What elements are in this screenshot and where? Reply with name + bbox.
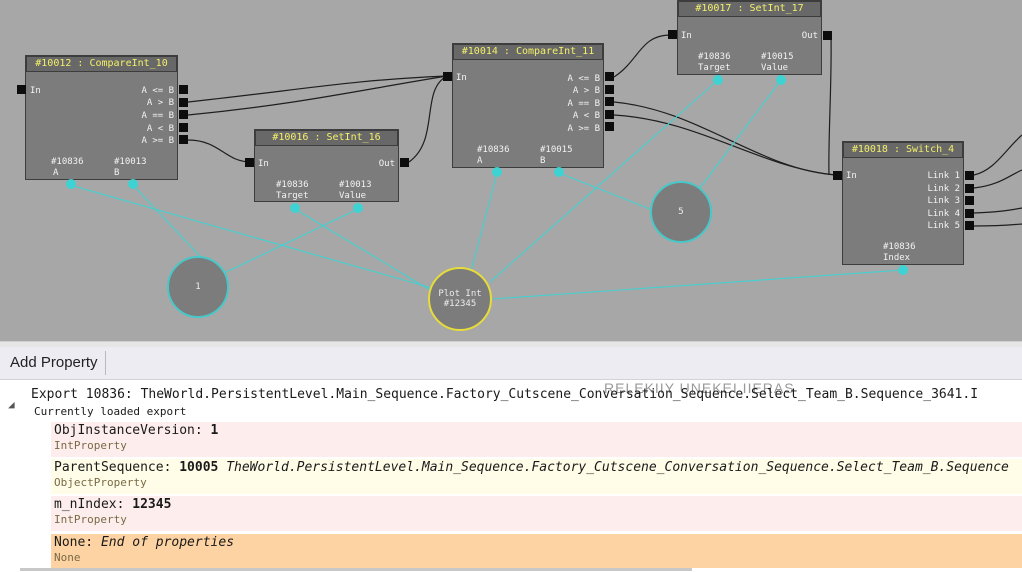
export-header[interactable]: Export 10836: TheWorld.PersistentLevel.M… [31,387,978,402]
property-type: IntProperty [54,513,127,526]
property-name: None: [54,535,94,550]
property-name: ParentSequence: [54,460,172,475]
property-value: 1 [210,423,219,438]
int-variable-5[interactable]: 5 [650,181,712,243]
sequence-graph-canvas[interactable]: #10012 : CompareInt_10 In A <= B A > B A… [0,0,1022,341]
property-type: ObjectProperty [54,476,147,489]
property-value: 12345 [132,497,172,512]
property-end-marker: End of properties [100,535,235,550]
collapse-arrow-icon[interactable]: ◢ [8,398,15,411]
horizontal-scrollbar[interactable] [20,568,692,571]
property-row[interactable]: ObjInstanceVersion: 1 IntProperty [51,422,1022,457]
int-variable-1[interactable]: 1 [167,256,229,318]
plot-int-id: #12345 [443,299,477,309]
property-value: 10005 [179,460,219,475]
outgoing-link-wires [973,134,1022,227]
properties-panel: RELEKIIY UNEKEI IIERAS ◢ Export 10836: T… [0,380,1022,572]
property-row[interactable]: ParentSequence: 10005 TheWorld.Persisten… [51,459,1022,494]
property-object-path: TheWorld.PersistentLevel.Main_Sequence.F… [226,460,1009,475]
property-name: m_nIndex: [54,497,125,512]
property-type: IntProperty [54,439,127,452]
export-subtitle: Currently loaded export [34,405,187,418]
plot-int-variable[interactable]: Plot Int #12345 [428,267,492,331]
add-property-button[interactable]: Add Property [3,351,106,375]
property-row[interactable]: m_nIndex: 12345 IntProperty [51,496,1022,531]
property-row[interactable]: None: End of properties None [51,534,1022,568]
property-name: ObjInstanceVersion: [54,423,203,438]
property-toolbar: Add Property [0,347,1022,380]
property-type: None [54,551,81,564]
plot-int-label: Plot Int [438,289,482,299]
